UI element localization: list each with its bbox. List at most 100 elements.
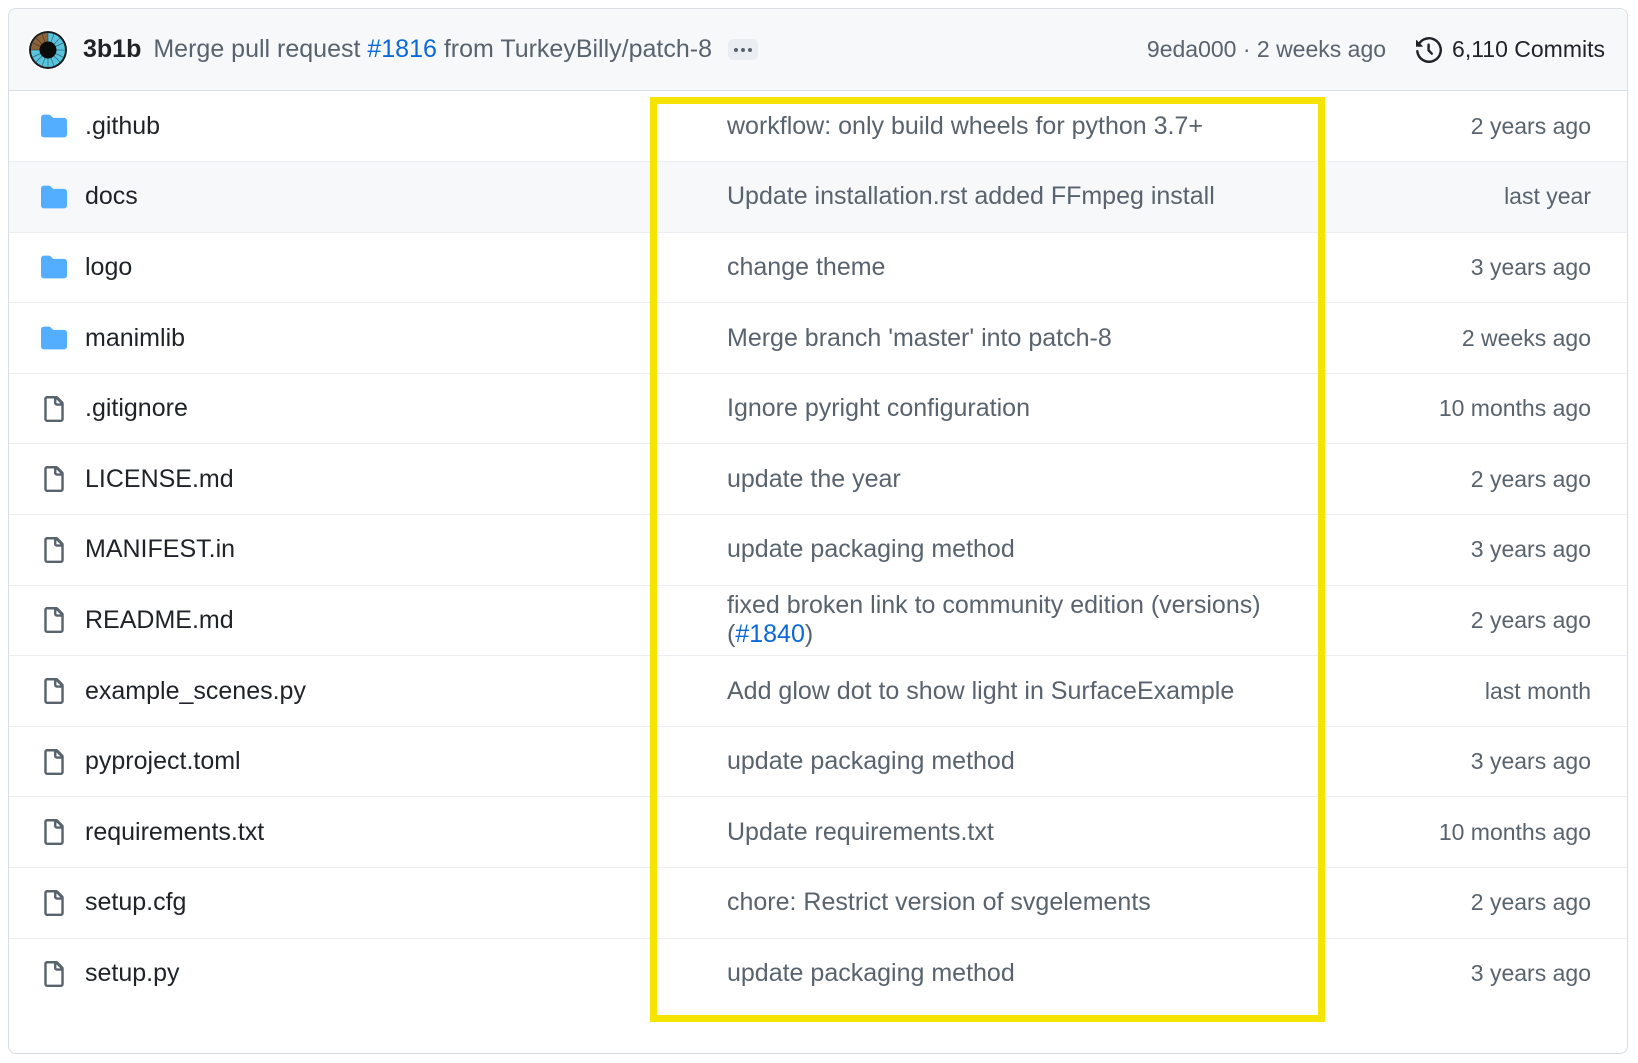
file-name-cell: LICENSE.md bbox=[9, 444, 691, 515]
commit-age-cell: 10 months ago bbox=[1301, 373, 1627, 444]
file-icon bbox=[44, 960, 64, 987]
table-row[interactable]: MANIFEST.in update packaging method 3 ye… bbox=[9, 515, 1627, 586]
commit-message-cell: chore: Restrict version of svgelements bbox=[691, 868, 1301, 939]
file-name-link[interactable]: manimlib bbox=[85, 324, 185, 353]
table-row[interactable]: setup.cfg chore: Restrict version of svg… bbox=[9, 868, 1627, 939]
commit-message-cell: Merge branch 'master' into patch-8 bbox=[691, 303, 1301, 374]
file-name-link[interactable]: .github bbox=[85, 112, 160, 141]
table-row[interactable]: example_scenes.py Add glow dot to show l… bbox=[9, 656, 1627, 727]
file-name-cell: pyproject.toml bbox=[9, 726, 691, 797]
commit-pr-link[interactable]: #1816 bbox=[367, 35, 437, 63]
commit-age-label: 10 months ago bbox=[1438, 395, 1591, 422]
history-icon bbox=[1416, 36, 1443, 63]
table-row[interactable]: .github workflow: only build wheels for … bbox=[9, 91, 1627, 162]
commit-message-link[interactable]: fixed broken link to community edition (… bbox=[727, 591, 1261, 648]
file-name-link[interactable]: .gitignore bbox=[85, 394, 188, 423]
commit-age-cell: 3 years ago bbox=[1301, 938, 1627, 1009]
table-row[interactable]: README.md fixed broken link to community… bbox=[9, 585, 1627, 656]
expand-commit-message-button[interactable] bbox=[728, 39, 758, 60]
file-name-link[interactable]: LICENSE.md bbox=[85, 465, 234, 494]
commit-message-link[interactable]: Update installation.rst added FFmpeg ins… bbox=[727, 182, 1215, 210]
file-icon bbox=[44, 819, 64, 846]
commit-message-cell: Update requirements.txt bbox=[691, 797, 1301, 868]
table-row[interactable]: pyproject.toml update packaging method 3… bbox=[9, 726, 1627, 797]
repository-files-card: 3b1b Merge pull request #1816 from Turke… bbox=[8, 8, 1628, 1054]
commit-author[interactable]: 3b1b bbox=[83, 35, 141, 64]
commit-message-cell: update packaging method bbox=[691, 515, 1301, 586]
commit-message-link[interactable]: update packaging method bbox=[727, 747, 1015, 775]
commit-age-label: 3 years ago bbox=[1470, 536, 1591, 563]
file-icon bbox=[44, 466, 64, 493]
commit-message-tail: ) bbox=[804, 620, 814, 649]
file-name-link[interactable]: setup.py bbox=[85, 959, 180, 988]
commit-age-cell: 10 months ago bbox=[1301, 797, 1627, 868]
commit-message-cell: Update installation.rst added FFmpeg ins… bbox=[691, 162, 1301, 233]
commit-message-cell: fixed broken link to community edition (… bbox=[691, 585, 1301, 656]
commit-age-label: 2 years ago bbox=[1470, 112, 1591, 139]
commit-age-label: last year bbox=[1504, 183, 1591, 210]
table-row[interactable]: requirements.txt Update requirements.txt… bbox=[9, 797, 1627, 868]
file-name-cell: MANIFEST.in bbox=[9, 515, 691, 586]
avatar[interactable] bbox=[27, 29, 69, 71]
table-row[interactable]: manimlib Merge branch 'master' into patc… bbox=[9, 303, 1627, 374]
file-name-link[interactable]: setup.cfg bbox=[85, 888, 186, 917]
commit-age-label: 2 years ago bbox=[1470, 465, 1591, 492]
file-icon bbox=[44, 536, 64, 563]
file-name-link[interactable]: pyproject.toml bbox=[85, 747, 241, 776]
file-name-cell: .gitignore bbox=[9, 373, 691, 444]
commit-message-cell: update packaging method bbox=[691, 938, 1301, 1009]
latest-commit-message[interactable]: Merge pull request #1816 from TurkeyBill… bbox=[153, 35, 712, 64]
file-name-cell: setup.py bbox=[9, 938, 691, 1009]
file-icon bbox=[44, 395, 64, 422]
commit-age-cell: 2 years ago bbox=[1301, 91, 1627, 162]
commit-message-cell: Ignore pyright configuration bbox=[691, 373, 1301, 444]
commit-message-link[interactable]: chore: Restrict version of svgelements bbox=[727, 888, 1151, 916]
folder-icon bbox=[41, 256, 67, 279]
dot-icon bbox=[741, 47, 745, 52]
commit-message-link[interactable]: Ignore pyright configuration bbox=[727, 394, 1030, 422]
commit-message-link[interactable]: update packaging method bbox=[727, 535, 1015, 563]
commit-message-link[interactable]: update the year bbox=[727, 465, 901, 493]
file-name-link[interactable]: README.md bbox=[85, 606, 234, 635]
file-name-cell: manimlib bbox=[9, 303, 691, 374]
commit-message-link[interactable]: change theme bbox=[727, 253, 885, 281]
folder-icon bbox=[41, 114, 67, 138]
commit-age-cell: last year bbox=[1301, 162, 1627, 233]
commit-message-suffix: from TurkeyBilly/patch-8 bbox=[436, 35, 712, 63]
commit-age-label: 3 years ago bbox=[1470, 748, 1591, 775]
table-row[interactable]: logo change theme 3 years ago bbox=[9, 232, 1627, 303]
table-row[interactable]: LICENSE.md update the year 2 years ago bbox=[9, 444, 1627, 515]
file-list-table: .github workflow: only build wheels for … bbox=[9, 91, 1627, 1009]
file-name-link[interactable]: logo bbox=[85, 253, 132, 282]
commit-message-link[interactable]: Add glow dot to show light in SurfaceExa… bbox=[727, 677, 1234, 705]
commit-message-link[interactable]: Merge branch 'master' into patch-8 bbox=[727, 324, 1112, 352]
folder-icon bbox=[41, 185, 67, 209]
file-name-link[interactable]: example_scenes.py bbox=[85, 677, 306, 706]
file-icon bbox=[44, 678, 64, 705]
commit-age-cell: last month bbox=[1301, 656, 1627, 727]
commit-age-label: last month bbox=[1484, 677, 1591, 704]
commit-message-cell: change theme bbox=[691, 232, 1301, 303]
commit-message-link[interactable]: workflow: only build wheels for python 3… bbox=[727, 112, 1203, 140]
commit-message-cell: Add glow dot to show light in SurfaceExa… bbox=[691, 656, 1301, 727]
dot-icon bbox=[748, 47, 752, 52]
latest-commit-bar: 3b1b Merge pull request #1816 from Turke… bbox=[9, 9, 1627, 91]
file-name-link[interactable]: docs bbox=[85, 182, 138, 211]
commit-sha-and-date[interactable]: 9eda000 · 2 weeks ago bbox=[1147, 36, 1386, 63]
commit-age-label: 10 months ago bbox=[1438, 818, 1591, 845]
file-name-link[interactable]: MANIFEST.in bbox=[85, 535, 235, 564]
commit-pr-link[interactable]: #1840 bbox=[735, 620, 805, 648]
table-row[interactable]: docs Update installation.rst added FFmpe… bbox=[9, 161, 1627, 233]
file-name-cell: logo bbox=[9, 232, 691, 303]
file-name-cell: docs bbox=[9, 162, 691, 233]
file-name-cell: .github bbox=[9, 91, 691, 162]
file-icon bbox=[44, 607, 64, 634]
folder-icon bbox=[41, 326, 67, 350]
commits-count-link[interactable]: 6,110 Commits bbox=[1416, 36, 1605, 63]
commit-message-link[interactable]: Update requirements.txt bbox=[727, 818, 994, 846]
commit-message-cell: update packaging method bbox=[691, 726, 1301, 797]
table-row[interactable]: .gitignore Ignore pyright configuration … bbox=[9, 373, 1627, 444]
file-name-link[interactable]: requirements.txt bbox=[85, 818, 264, 847]
table-row[interactable]: setup.py update packaging method 3 years… bbox=[9, 938, 1627, 1009]
commit-message-link[interactable]: update packaging method bbox=[727, 959, 1015, 987]
